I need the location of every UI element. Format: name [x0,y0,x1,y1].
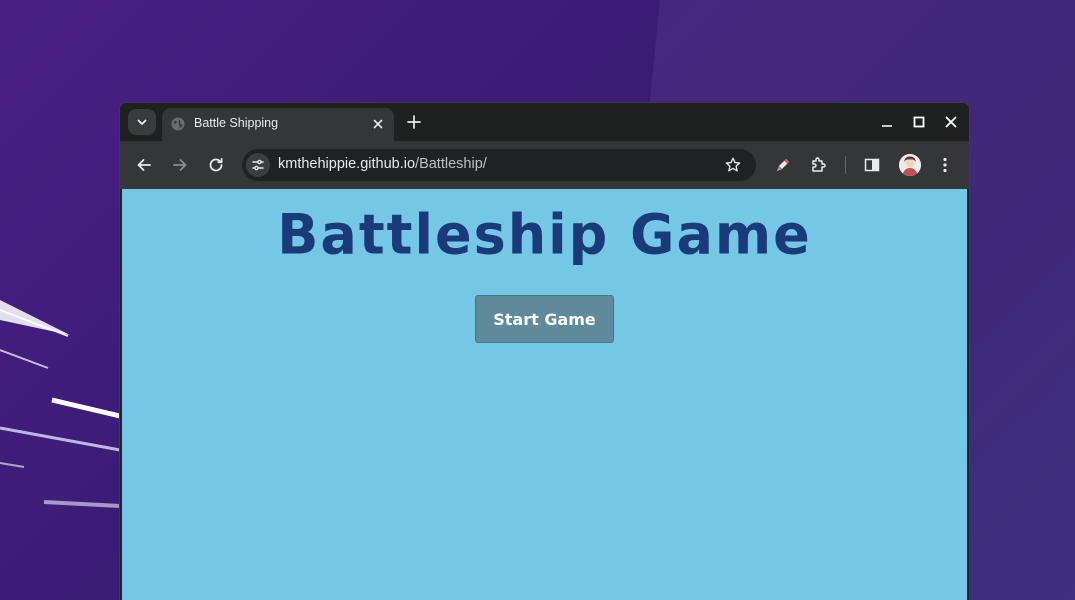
tab-search-button[interactable] [128,109,156,135]
tab-battle-shipping[interactable]: Battle Shipping [162,108,394,141]
page-viewport: Battleship Game Start Game [122,189,967,600]
reload-icon[interactable] [206,155,226,175]
site-info-button[interactable] [246,153,270,177]
desktop-wallpaper: Battle Shipping kmthehippie.github.io/Ba… [0,0,1075,600]
page-title: Battleship Game [277,202,812,267]
profile-avatar-image [899,154,921,176]
minimize-icon[interactable] [879,114,895,130]
maximize-icon[interactable] [911,114,927,130]
pen-icon[interactable] [773,155,793,175]
browser-toolbar: kmthehippie.github.io/Battleship/ [120,141,969,189]
arrow-right-icon[interactable] [170,155,190,175]
arrow-left-icon[interactable] [134,155,154,175]
tune-icon [252,159,264,171]
globe-icon [171,117,185,131]
close-icon[interactable] [370,116,386,132]
close-window-icon[interactable] [943,114,959,130]
side-panel-icon[interactable] [862,155,882,175]
kebab-menu-icon[interactable] [935,155,955,175]
url-host: kmthehippie.github.io [278,156,416,172]
start-game-button[interactable]: Start Game [475,295,614,343]
toolbar-divider [845,156,846,174]
avatar[interactable] [899,154,921,176]
tab-title: Battle Shipping [194,116,279,130]
url-text: kmthehippie.github.io/Battleship/ [278,156,487,172]
chevron-down-icon [137,119,147,126]
plus-icon[interactable] [404,112,424,132]
tab-strip: Battle Shipping [120,103,969,141]
star-icon[interactable] [724,156,742,174]
browser-window: Battle Shipping kmthehippie.github.io/Ba… [119,102,970,600]
puzzle-icon[interactable] [809,155,829,175]
address-bar[interactable]: kmthehippie.github.io/Battleship/ [242,149,756,181]
url-path: /Battleship/ [415,156,487,172]
